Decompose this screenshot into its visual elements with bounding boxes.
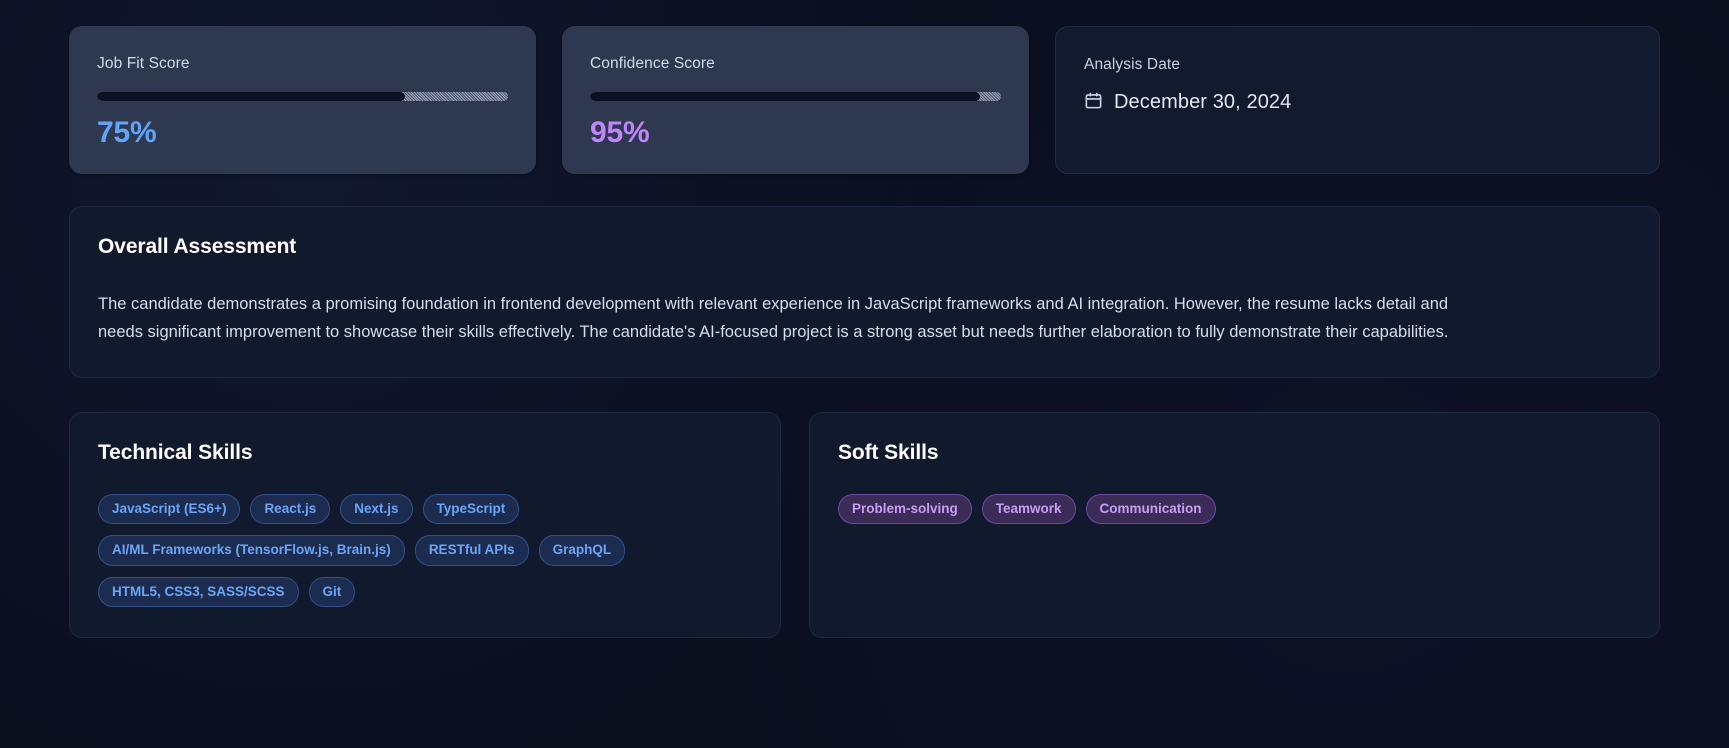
- overall-assessment-title: Overall Assessment: [98, 235, 297, 259]
- soft-skill-tag[interactable]: Communication: [1085, 493, 1216, 525]
- technical-skill-tag[interactable]: Git: [308, 576, 356, 608]
- technical-skill-tag[interactable]: JavaScript (ES6+): [98, 493, 241, 525]
- confidence-score-card: Confidence Score 95%: [562, 26, 1029, 175]
- technical-skill-tag[interactable]: TypeScript: [422, 493, 520, 525]
- technical-skill-tag[interactable]: React.js: [250, 493, 331, 525]
- job-fit-progress-fill: [97, 91, 406, 101]
- overall-assessment-card: Overall Assessment The candidate demonst…: [69, 206, 1660, 378]
- technical-skills-card: Technical Skills JavaScript (ES6+) React.…: [69, 411, 781, 639]
- analysis-date-line: December 30, 2024: [1084, 91, 1631, 115]
- job-fit-score-label: Job Fit Score: [97, 55, 190, 72]
- soft-skills-title: Soft Skills: [838, 440, 939, 464]
- overall-assessment-text: The candidate demonstrates a promising f…: [98, 295, 1449, 342]
- technical-skills-title: Technical Skills: [98, 440, 253, 464]
- confidence-progress-fill: [590, 91, 981, 101]
- technical-skill-tag[interactable]: Next.js: [340, 493, 413, 525]
- analysis-date-label: Analysis Date: [1084, 56, 1181, 73]
- job-fit-score-value: 75%: [97, 115, 157, 149]
- soft-skills-tag-list: Problem-solving Teamwork Communication: [838, 493, 1631, 525]
- metrics-row: Job Fit Score 75% Confidence Score 95% A…: [69, 26, 1660, 175]
- soft-skill-tag[interactable]: Teamwork: [981, 493, 1076, 525]
- technical-skill-tag[interactable]: HTML5, CSS3, SASS/SCSS: [98, 576, 299, 608]
- soft-skill-tag[interactable]: Problem-solving: [838, 493, 972, 525]
- technical-skill-tag[interactable]: AI/ML Frameworks (TensorFlow.js, Brain.j…: [98, 535, 405, 566]
- technical-skill-tag[interactable]: RESTful APIs: [414, 535, 529, 566]
- analysis-dashboard: Job Fit Score 75% Confidence Score 95% A…: [0, 0, 1729, 748]
- job-fit-score-card: Job Fit Score 75%: [69, 26, 536, 175]
- technical-skills-tag-list: JavaScript (ES6+) React.js Next.js TypeScri…: [98, 493, 752, 608]
- confidence-score-value: 95%: [590, 115, 650, 149]
- analysis-date-card: Analysis Date December 30, 2024: [1055, 26, 1660, 175]
- analysis-date-value: December 30, 2024: [1114, 91, 1292, 114]
- skills-row: Technical Skills JavaScript (ES6+) React.…: [69, 411, 1660, 639]
- technical-skill-tag[interactable]: GraphQL: [538, 535, 626, 566]
- confidence-score-label: Confidence Score: [590, 55, 715, 72]
- calendar-icon: [1084, 91, 1103, 115]
- confidence-progress-bar: [590, 91, 1001, 101]
- job-fit-progress-bar: [97, 91, 508, 101]
- soft-skills-card: Soft Skills Problem-solving Teamwork Commu…: [809, 411, 1660, 639]
